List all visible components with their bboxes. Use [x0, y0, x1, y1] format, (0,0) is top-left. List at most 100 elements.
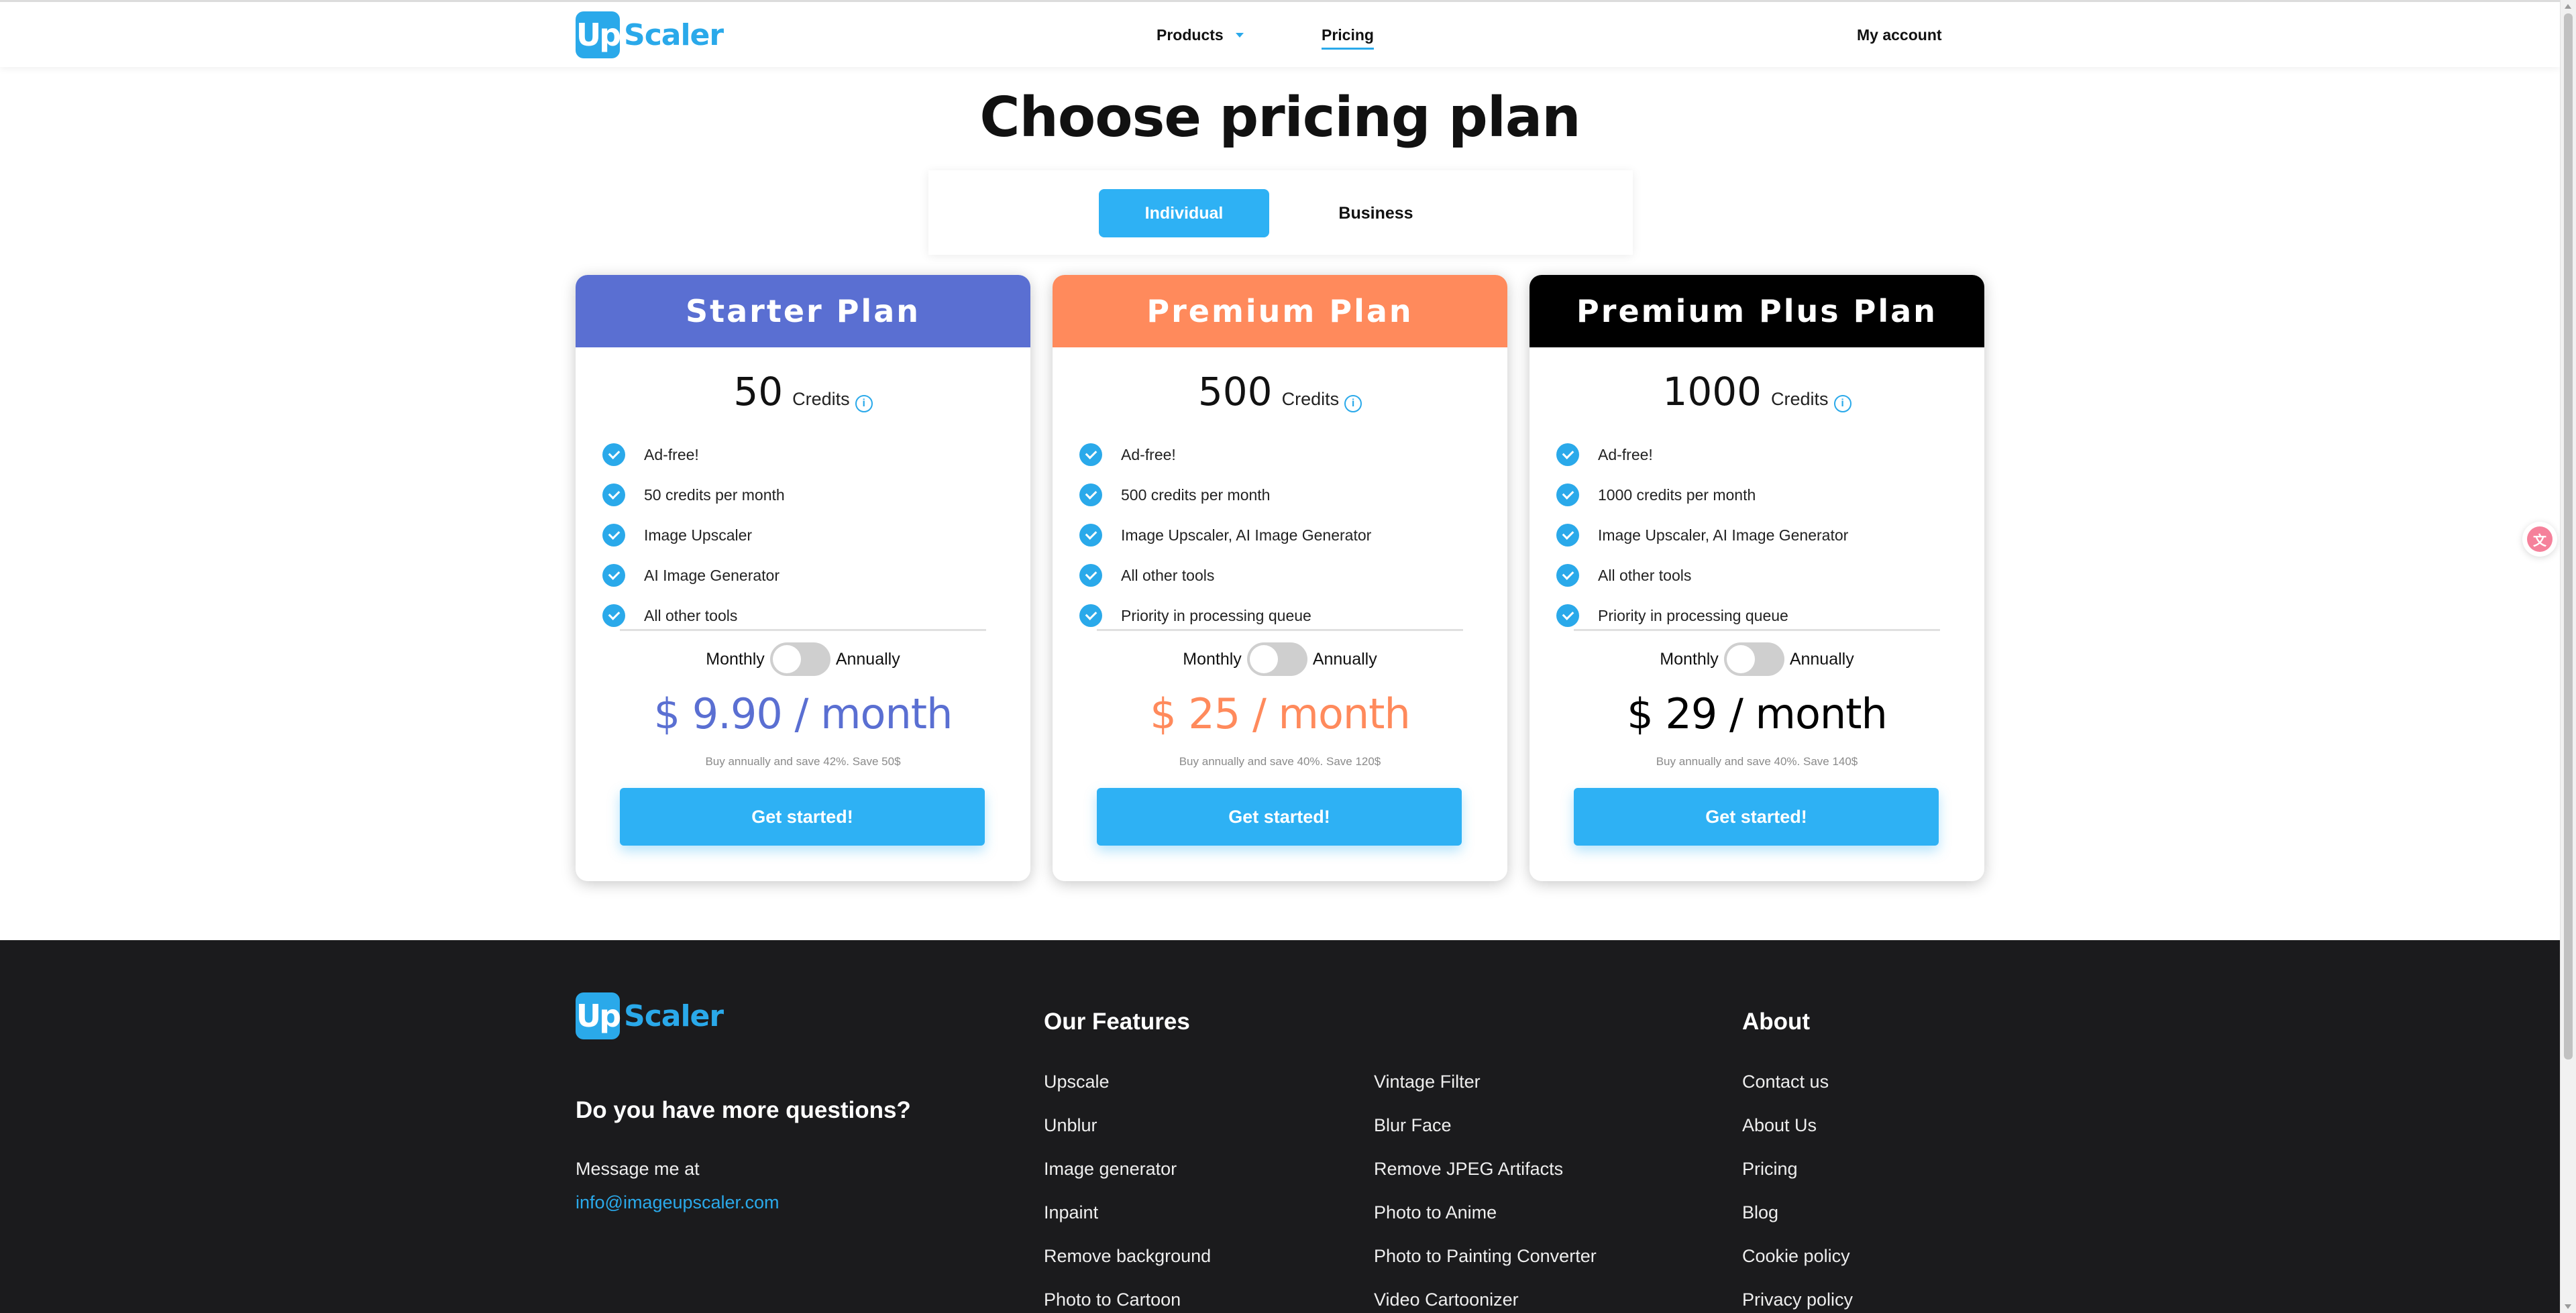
feature-text: Image Upscaler [644, 526, 753, 544]
nav-pricing[interactable]: Pricing [1322, 26, 1374, 50]
divider [1097, 629, 1463, 631]
divider [620, 629, 986, 631]
check-icon [602, 524, 625, 547]
footer-link[interactable]: Image generator [1044, 1159, 1211, 1202]
scroll-up-arrow-icon[interactable] [2565, 4, 2571, 9]
check-icon [1079, 564, 1102, 587]
credits-amount: 50 [733, 369, 784, 414]
footer-link[interactable]: Photo to Cartoon [1044, 1290, 1211, 1313]
logo-mark: Up [576, 992, 621, 1039]
feature-text: Ad-free! [1598, 445, 1653, 463]
footer-link[interactable]: Privacy policy [1742, 1290, 1853, 1313]
feature-text: Image Upscaler, AI Image Generator [1598, 526, 1849, 544]
footer-link[interactable]: Remove JPEG Artifacts [1374, 1159, 1597, 1202]
footer-link[interactable]: Video Cartoonizer [1374, 1290, 1597, 1313]
logo-text: Scaler [624, 998, 724, 1033]
vertical-scrollbar[interactable] [2560, 0, 2576, 1313]
plan-card-header: Starter Plan [576, 275, 1030, 347]
feature-item: 50 credits per month [602, 475, 785, 515]
feature-text: All other tools [1598, 566, 1692, 584]
logo-text: Scaler [624, 17, 724, 52]
footer-link[interactable]: Photo to Anime [1374, 1202, 1597, 1246]
check-icon [602, 443, 625, 466]
info-icon[interactable]: i [1833, 395, 1851, 412]
billing-toggle[interactable] [769, 642, 830, 676]
nav-products[interactable]: Products [1157, 26, 1244, 44]
footer-email-link[interactable]: info@imageupscaler.com [576, 1192, 780, 1213]
check-icon [1079, 604, 1102, 627]
footer: Up Scaler Do you have more questions? Me… [0, 940, 2560, 1313]
translate-widget[interactable]: 文 [2522, 522, 2557, 557]
chevron-down-icon [1235, 33, 1244, 38]
feature-item: 1000 credits per month [1556, 475, 1848, 515]
get-started-button[interactable]: Get started! [1097, 788, 1462, 846]
footer-link[interactable]: Vintage Filter [1374, 1072, 1597, 1115]
feature-text: Ad-free! [1121, 445, 1176, 463]
plan-price: $ 25 / month [1150, 689, 1411, 738]
feature-text: Image Upscaler, AI Image Generator [1121, 526, 1372, 544]
footer-link[interactable]: Contact us [1742, 1072, 1853, 1115]
annual-savings-note: Buy annually and save 40%. Save 140$ [1656, 755, 1858, 768]
divider [1574, 629, 1940, 631]
check-icon [1079, 524, 1102, 547]
feature-text: Priority in processing queue [1598, 606, 1788, 624]
check-icon [1556, 564, 1579, 587]
scrollbar-thumb[interactable] [2564, 13, 2573, 1060]
feature-text: 50 credits per month [644, 486, 785, 504]
feature-text: Ad-free! [644, 445, 699, 463]
footer-link[interactable]: Upscale [1044, 1072, 1211, 1115]
translate-icon: 文 [2527, 526, 2553, 552]
footer-link[interactable]: Remove background [1044, 1246, 1211, 1290]
plan-card-premium-plus: Premium Plus Plan 1000 Credits i Ad-free… [1529, 275, 1984, 881]
billing-toggle[interactable] [1246, 642, 1307, 676]
get-started-button[interactable]: Get started! [1574, 788, 1939, 846]
logo[interactable]: Up Scaler [576, 11, 724, 58]
footer-link[interactable]: About Us [1742, 1115, 1853, 1159]
get-started-button[interactable]: Get started! [620, 788, 985, 846]
billing-toggle[interactable] [1723, 642, 1784, 676]
info-icon[interactable]: i [855, 395, 873, 412]
monthly-label: Monthly [706, 649, 765, 669]
footer-logo[interactable]: Up Scaler [576, 992, 724, 1039]
feature-text: 1000 credits per month [1598, 486, 1756, 504]
check-icon [602, 604, 625, 627]
nav-products-label: Products [1157, 26, 1224, 44]
check-icon [1556, 443, 1579, 466]
feature-item: Ad-free! [1556, 435, 1848, 475]
feature-list: Ad-free! 1000 credits per month Image Up… [1556, 435, 1848, 636]
plan-card-premium: Premium Plan 500 Credits i Ad-free! 500 … [1053, 275, 1507, 881]
tab-individual[interactable]: Individual [1099, 189, 1269, 237]
footer-link[interactable]: Inpaint [1044, 1202, 1211, 1246]
scroll-down-arrow-icon[interactable] [2565, 1304, 2571, 1309]
feature-item: All other tools [1079, 555, 1371, 595]
billing-period-switch: Monthly Annually [1053, 642, 1507, 676]
monthly-label: Monthly [1183, 649, 1242, 669]
annually-label: Annually [835, 649, 900, 669]
check-icon [1556, 483, 1579, 506]
info-icon[interactable]: i [1344, 395, 1362, 412]
plan-card-header: Premium Plus Plan [1529, 275, 1984, 347]
footer-question: Do you have more questions? [576, 1097, 911, 1123]
footer-link[interactable]: Cookie policy [1742, 1246, 1853, 1290]
page: Up Scaler Products Pricing My account Ch… [0, 0, 2576, 1313]
footer-link[interactable]: Pricing [1742, 1159, 1853, 1202]
feature-text: AI Image Generator [644, 566, 780, 584]
feature-item: AI Image Generator [602, 555, 785, 595]
credits-label: Credits [792, 389, 850, 409]
monthly-label: Monthly [1660, 649, 1719, 669]
annual-savings-note: Buy annually and save 42%. Save 50$ [705, 755, 901, 768]
footer-link[interactable]: Photo to Painting Converter [1374, 1246, 1597, 1290]
footer-link[interactable]: Blur Face [1374, 1115, 1597, 1159]
footer-about-heading: About [1742, 1009, 1811, 1035]
logo-mark: Up [576, 11, 621, 58]
footer-message: Message me at [576, 1159, 700, 1179]
plan-type-tabs: Individual Business [928, 170, 1633, 255]
footer-link[interactable]: Unblur [1044, 1115, 1211, 1159]
plan-credits: 500 Credits i [1053, 369, 1507, 414]
tab-business[interactable]: Business [1291, 189, 1461, 237]
my-account-link[interactable]: My account [1857, 26, 1942, 44]
feature-item: Image Upscaler, AI Image Generator [1556, 515, 1848, 555]
feature-text: All other tools [644, 606, 738, 624]
plan-credits: 1000 Credits i [1529, 369, 1984, 414]
footer-link[interactable]: Blog [1742, 1202, 1853, 1246]
